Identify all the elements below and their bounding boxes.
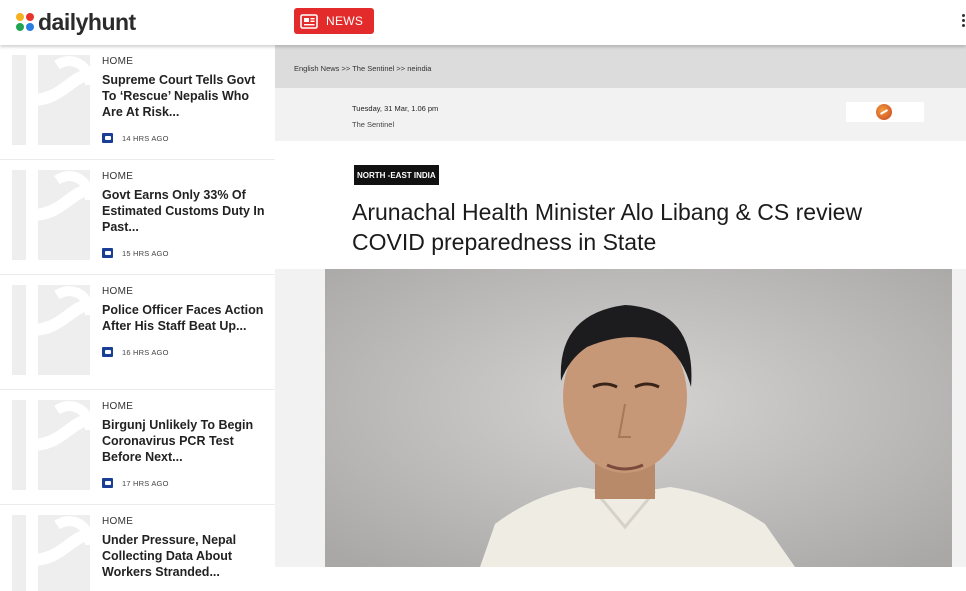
item-time: 17 HRS AGO: [122, 478, 169, 488]
article-source[interactable]: The Sentinel: [352, 120, 394, 129]
list-item[interactable]: HOME Under Pressure, Nepal Collecting Da…: [0, 505, 275, 591]
item-category: HOME: [102, 516, 134, 527]
item-time: 15 HRS AGO: [122, 248, 169, 258]
list-item[interactable]: HOME Police Officer Faces Action After H…: [0, 275, 275, 390]
dailyhunt-logo[interactable]: dailyhunt: [15, 8, 136, 36]
thumbnail-placeholder: [12, 170, 90, 260]
newspaper-icon: [300, 13, 318, 29]
item-category: HOME: [102, 171, 134, 182]
sentinel-logo-icon: [876, 104, 892, 120]
item-title[interactable]: Police Officer Faces Action After His St…: [102, 302, 267, 334]
article-headline: Arunachal Health Minister Alo Libang & C…: [352, 199, 863, 255]
news-button-label: NEWS: [326, 14, 364, 28]
sidebar-news-list: HOME Supreme Court Tells Govt To ‘Rescue…: [0, 45, 275, 591]
item-category: HOME: [102, 401, 134, 412]
item-time: 14 HRS AGO: [122, 133, 169, 143]
breadcrumb[interactable]: English News >> The Sentinel >> neindia: [294, 64, 431, 73]
item-title[interactable]: Govt Earns Only 33% Of Estimated Customs…: [102, 187, 267, 235]
item-time: 16 HRS AGO: [122, 347, 169, 357]
item-category: HOME: [102, 286, 134, 297]
item-meta: 16 HRS AGO: [102, 347, 169, 357]
thumbnail-placeholder: [12, 400, 90, 490]
list-item[interactable]: HOME Govt Earns Only 33% Of Estimated Cu…: [0, 160, 275, 275]
article-body-start: [275, 567, 966, 591]
item-title[interactable]: Under Pressure, Nepal Collecting Data Ab…: [102, 532, 267, 580]
source-logo-icon: [102, 248, 113, 258]
portrait-photo: [325, 269, 952, 567]
logo-mark-icon: [16, 13, 34, 31]
thumbnail-placeholder: [12, 55, 90, 145]
breadcrumb-bar: English News >> The Sentinel >> neindia: [275, 45, 966, 88]
item-title[interactable]: Birgunj Unlikely To Begin Coronavirus PC…: [102, 417, 267, 465]
item-meta: 15 HRS AGO: [102, 248, 169, 258]
source-logo[interactable]: [846, 102, 924, 122]
article-header: NORTH -EAST INDIA Arunachal Health Minis…: [275, 141, 966, 269]
item-meta: 14 HRS AGO: [102, 133, 169, 143]
source-logo-icon: [102, 133, 113, 143]
top-bar: dailyhunt NEWS: [0, 0, 966, 45]
item-title[interactable]: Supreme Court Tells Govt To ‘Rescue’ Nep…: [102, 72, 267, 120]
article-hero-image: [325, 269, 952, 567]
thumbnail-placeholder: [12, 515, 90, 591]
article-date: Tuesday, 31 Mar, 1.06 pm: [352, 104, 439, 113]
news-button[interactable]: NEWS: [294, 8, 374, 34]
thumbnail-placeholder: [12, 285, 90, 375]
item-meta: 17 HRS AGO: [102, 478, 169, 488]
article-panel: English News >> The Sentinel >> neindia …: [275, 45, 966, 591]
source-logo-icon: [102, 478, 113, 488]
kebab-menu-icon[interactable]: [960, 14, 966, 30]
source-logo-icon: [102, 347, 113, 357]
list-item[interactable]: HOME Birgunj Unlikely To Begin Coronavir…: [0, 390, 275, 505]
category-badge[interactable]: NORTH -EAST INDIA: [354, 165, 439, 185]
logo-text: dailyhunt: [38, 8, 136, 35]
item-category: HOME: [102, 56, 134, 67]
list-item[interactable]: HOME Supreme Court Tells Govt To ‘Rescue…: [0, 45, 275, 160]
